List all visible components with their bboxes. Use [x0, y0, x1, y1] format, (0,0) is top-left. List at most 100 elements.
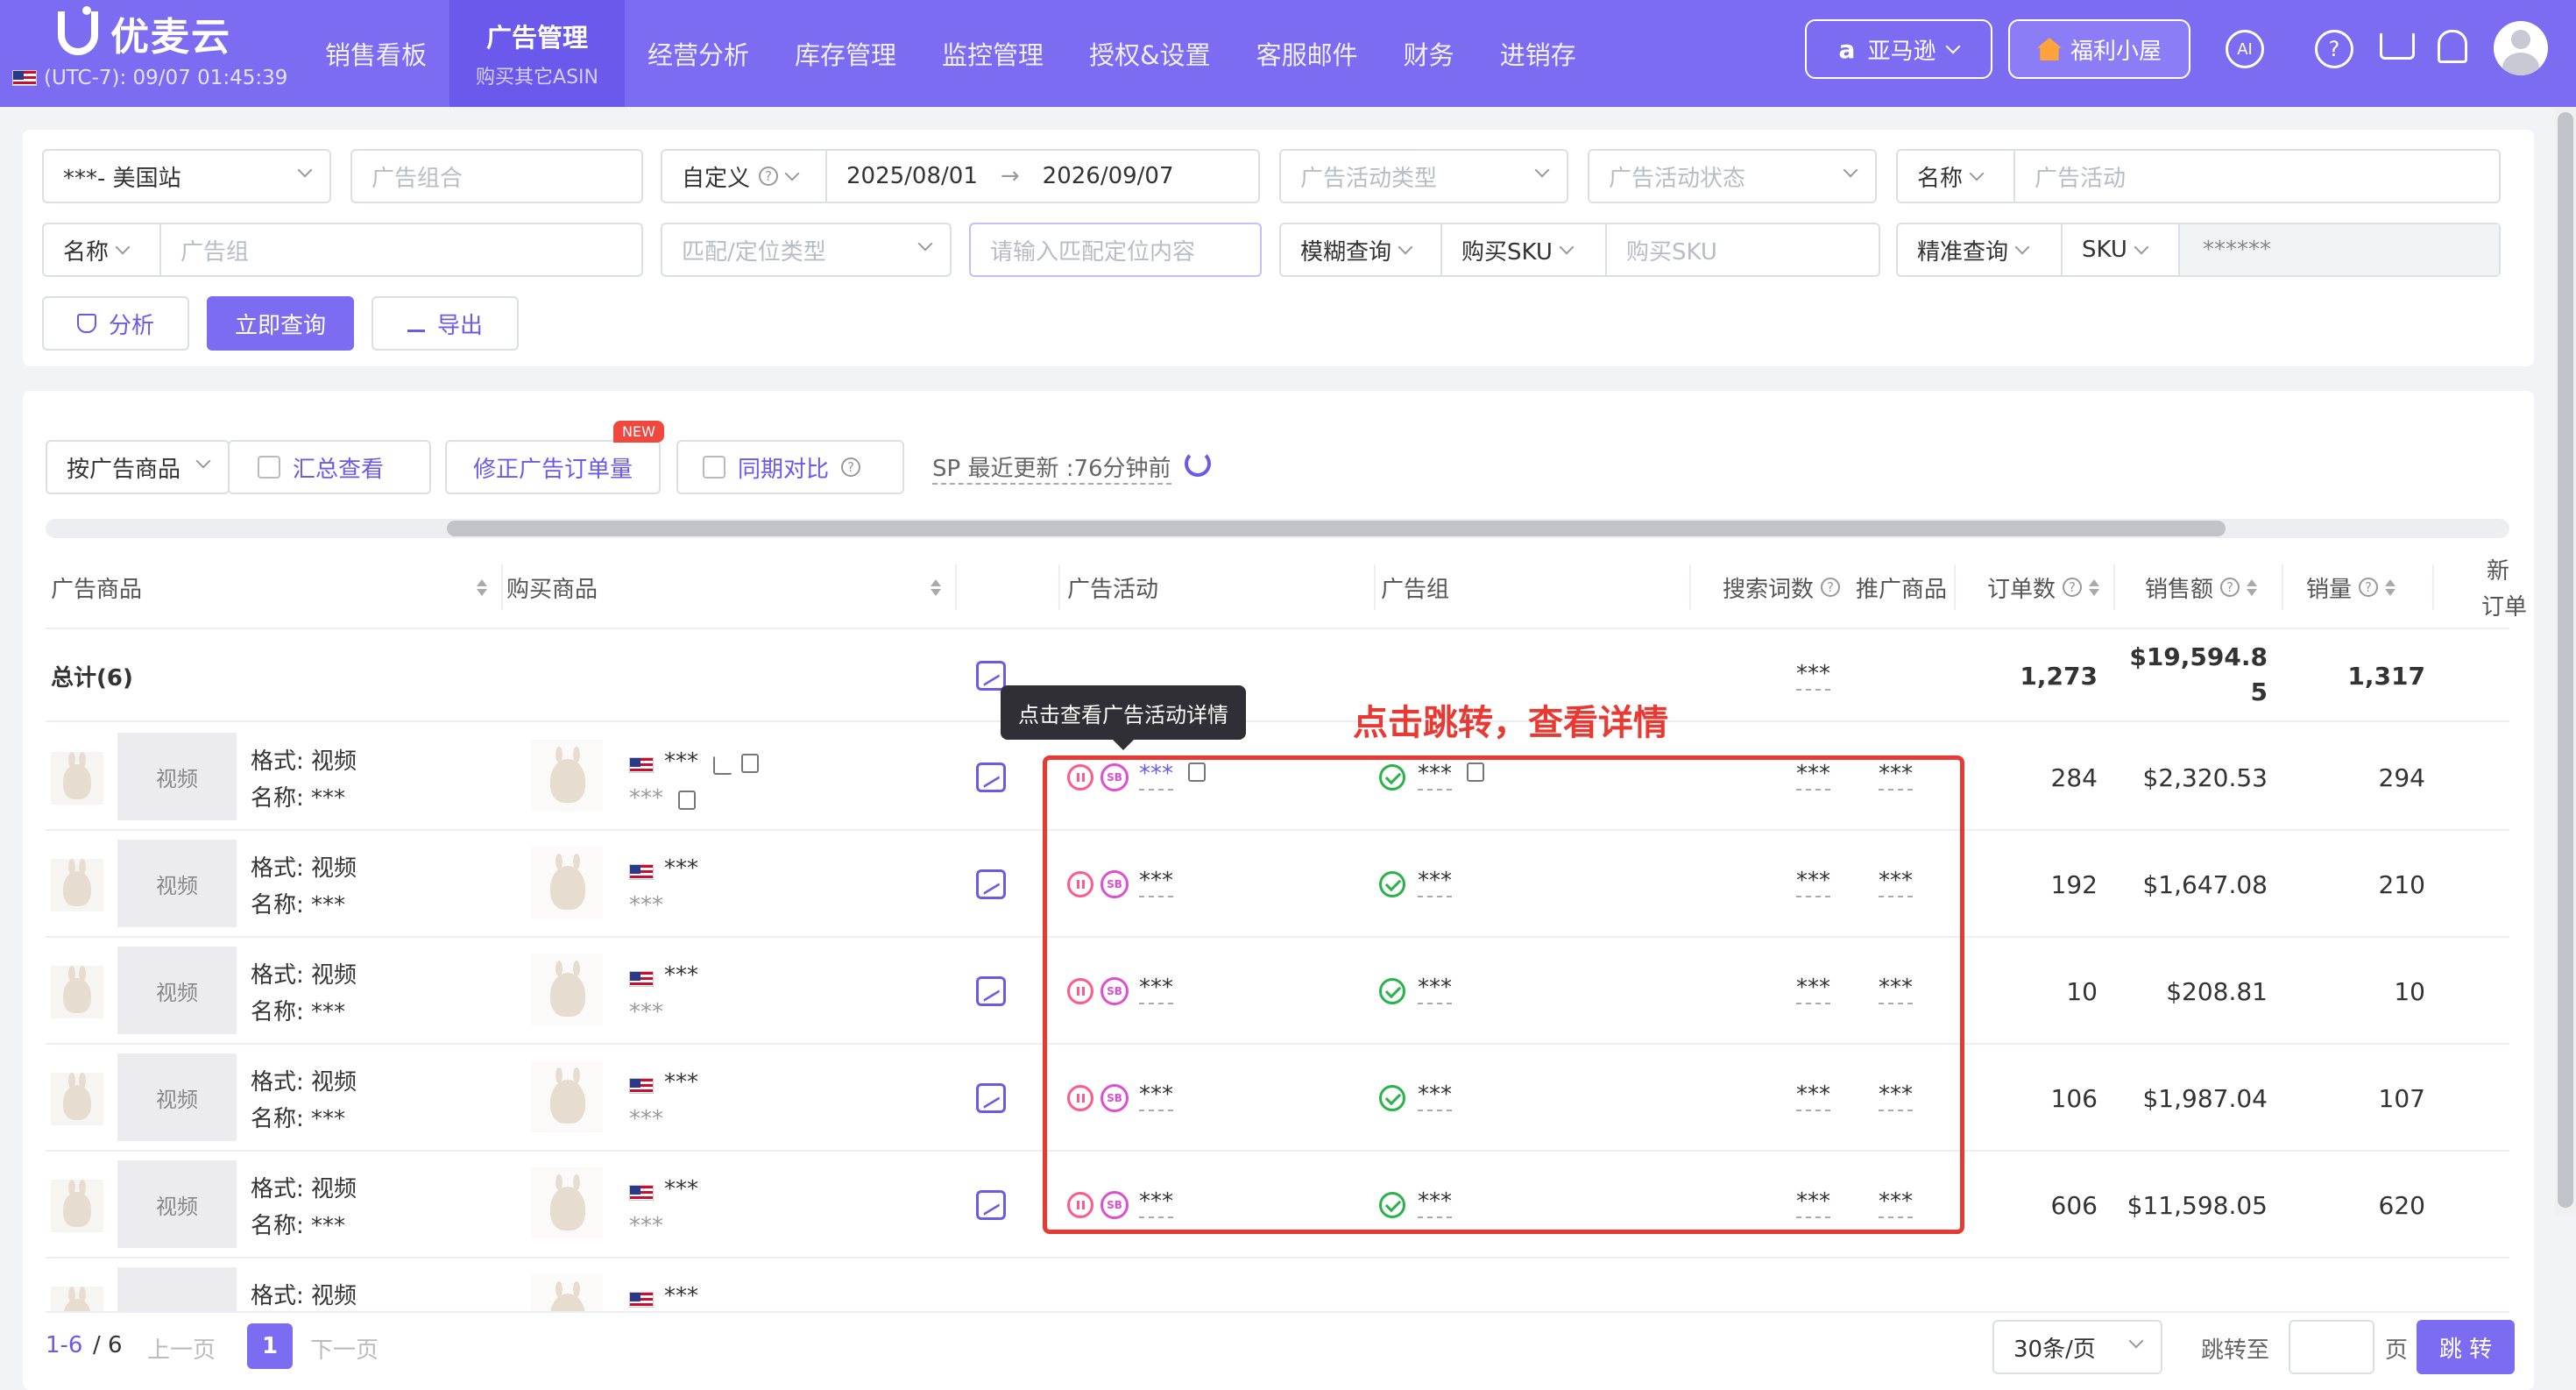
- sort-icon[interactable]: [931, 545, 941, 629]
- trend-chart-icon[interactable]: [976, 1083, 1006, 1113]
- th-orders[interactable]: 订单数?: [1987, 545, 2100, 629]
- analyze-button[interactable]: 分析: [42, 296, 189, 351]
- total-search-terms[interactable]: ***: [1796, 661, 1830, 691]
- fuzzy-select[interactable]: 模糊查询: [1281, 224, 1442, 275]
- sort-icon[interactable]: [2247, 578, 2258, 596]
- yoy-checkbox[interactable]: [703, 456, 725, 479]
- date-end[interactable]: 2026/09/07: [1043, 163, 1174, 189]
- th-ad-product[interactable]: 广告商品: [51, 545, 142, 629]
- sort-icon[interactable]: [477, 545, 487, 629]
- video-thumbnail[interactable]: 视频: [117, 947, 237, 1034]
- trend-chart-icon[interactable]: [976, 1190, 1006, 1220]
- vertical-scrollbar[interactable]: [2555, 107, 2576, 1215]
- trend-chart-icon[interactable]: [976, 869, 1006, 899]
- jump-button[interactable]: 跳 转: [2417, 1320, 2515, 1374]
- export-button[interactable]: 导出: [372, 296, 519, 351]
- buy-sku-field-select[interactable]: 购买SKU: [1442, 224, 1607, 275]
- nav-monitoring[interactable]: 监控管理: [919, 0, 1066, 107]
- ad-group-input[interactable]: 广告组: [161, 234, 249, 266]
- nav-sales-dashboard[interactable]: 销售看板: [302, 0, 449, 107]
- nav-purchase-sales-stock[interactable]: 进销存: [1477, 0, 1599, 107]
- buy-product-asin[interactable]: ***: [664, 1283, 698, 1309]
- buy-product-thumbnail[interactable]: [531, 1274, 603, 1311]
- th-buy-product[interactable]: 购买商品: [506, 545, 598, 629]
- buy-product-thumbnail[interactable]: [531, 740, 603, 812]
- buy-product-thumbnail[interactable]: [531, 1167, 603, 1239]
- ad-product-thumbnail[interactable]: [51, 859, 103, 911]
- jump-page-input[interactable]: [2289, 1320, 2374, 1374]
- summary-checkbox[interactable]: [258, 456, 280, 479]
- horizontal-scroll-thumb[interactable]: [447, 521, 2226, 536]
- buy-product-asin[interactable]: ***: [664, 1176, 698, 1202]
- ad-product-thumbnail[interactable]: [51, 752, 103, 805]
- share-icon[interactable]: [713, 755, 732, 775]
- ad-product-thumbnail[interactable]: [51, 1180, 103, 1232]
- summary-toggle[interactable]: 汇总查看: [228, 440, 431, 494]
- nav-service-mail[interactable]: 客服邮件: [1234, 0, 1381, 107]
- date-range-picker[interactable]: 自定义 ? 2025/08/01 → 2026/09/07: [661, 149, 1260, 203]
- sku-search[interactable]: 精准查询 SKU ******: [1896, 223, 2501, 277]
- campaign-search[interactable]: 名称 广告活动: [1896, 149, 2501, 203]
- nav-finance[interactable]: 财务: [1381, 0, 1477, 107]
- date-start[interactable]: 2025/08/01: [827, 163, 978, 189]
- buy-product-asin[interactable]: ***: [664, 748, 698, 775]
- nav-inventory[interactable]: 库存管理: [772, 0, 919, 107]
- buy-product-thumbnail[interactable]: [531, 1060, 603, 1132]
- sku-input[interactable]: ******: [2180, 224, 2499, 275]
- campaign-type-select[interactable]: 广告活动类型: [1279, 149, 1568, 203]
- fix-orders-button[interactable]: 修正广告订单量: [445, 440, 661, 494]
- th-ad-group[interactable]: 广告组: [1381, 545, 1449, 629]
- video-thumbnail[interactable]: 视频: [117, 1053, 237, 1141]
- buy-sku-input[interactable]: 购买SKU: [1607, 234, 1717, 266]
- campaign-status-select[interactable]: 广告活动状态: [1588, 149, 1877, 203]
- welfare-button[interactable]: 福利小屋: [2008, 19, 2190, 79]
- avatar[interactable]: [2494, 21, 2548, 75]
- next-page-button[interactable]: 下一页: [310, 1332, 379, 1365]
- ad-group-search[interactable]: 名称 广告组: [42, 223, 643, 277]
- th-search-terms[interactable]: 搜索词数?: [1723, 545, 1841, 629]
- video-thumbnail[interactable]: [117, 1267, 237, 1311]
- buy-product-asin[interactable]: ***: [664, 855, 698, 882]
- prev-page-button[interactable]: 上一页: [147, 1332, 216, 1365]
- date-mode-select[interactable]: 自定义 ?: [662, 151, 827, 202]
- bell-icon[interactable]: [2438, 30, 2467, 63]
- video-thumbnail[interactable]: 视频: [117, 733, 237, 820]
- trend-chart-icon[interactable]: [976, 762, 1006, 792]
- nav-ad-management[interactable]: 广告管理 购买其它ASIN: [449, 0, 625, 107]
- nav-auth-settings[interactable]: 授权&设置: [1066, 0, 1234, 107]
- ad-product-thumbnail[interactable]: [51, 966, 103, 1018]
- ad-product-thumbnail[interactable]: [51, 1073, 103, 1125]
- sort-icon[interactable]: [2385, 578, 2396, 596]
- th-units[interactable]: 销量?: [2306, 545, 2396, 629]
- buy-product-asin[interactable]: ***: [664, 962, 698, 989]
- exact-select[interactable]: 精准查询: [1898, 224, 2063, 275]
- refresh-icon[interactable]: [1185, 450, 1211, 477]
- yoy-toggle[interactable]: 同期对比 ?: [676, 440, 904, 494]
- logo[interactable]: 优麦云: [58, 6, 231, 60]
- ad-product-thumbnail[interactable]: [51, 1287, 103, 1311]
- sku-field-select[interactable]: SKU: [2063, 224, 2180, 275]
- query-button[interactable]: 立即查询: [207, 296, 354, 351]
- copy-icon[interactable]: [741, 754, 759, 773]
- sort-icon[interactable]: [2089, 578, 2100, 596]
- trend-chart-icon[interactable]: [976, 976, 1006, 1006]
- trend-chart-icon[interactable]: [976, 661, 1006, 691]
- match-content-input[interactable]: 请输入匹配定位内容: [969, 223, 1262, 277]
- page-size-select[interactable]: 30条/页: [1992, 1320, 2162, 1374]
- buy-product-thumbnail[interactable]: [531, 847, 603, 918]
- video-thumbnail[interactable]: 视频: [117, 840, 237, 927]
- group-by-select[interactable]: 按广告商品: [46, 440, 230, 494]
- th-campaign[interactable]: 广告活动: [1067, 545, 1158, 629]
- match-type-select[interactable]: 匹配/定位类型: [661, 223, 952, 277]
- campaign-input[interactable]: 广告活动: [2015, 160, 2126, 193]
- cart-icon[interactable]: [2380, 33, 2415, 60]
- site-select[interactable]: ***- 美国站: [42, 149, 331, 203]
- buy-product-thumbnail[interactable]: [531, 954, 603, 1025]
- buy-sku-search[interactable]: 模糊查询 购买SKU 购买SKU: [1279, 223, 1880, 277]
- th-sales[interactable]: 销售额?: [2145, 545, 2258, 629]
- video-thumbnail[interactable]: 视频: [117, 1160, 237, 1248]
- ad-portfolio-select[interactable]: 广告组合: [350, 149, 643, 203]
- help-icon[interactable]: ?: [2315, 30, 2353, 68]
- buy-product-asin[interactable]: ***: [664, 1069, 698, 1096]
- campaign-field-select[interactable]: 名称: [1898, 151, 2015, 202]
